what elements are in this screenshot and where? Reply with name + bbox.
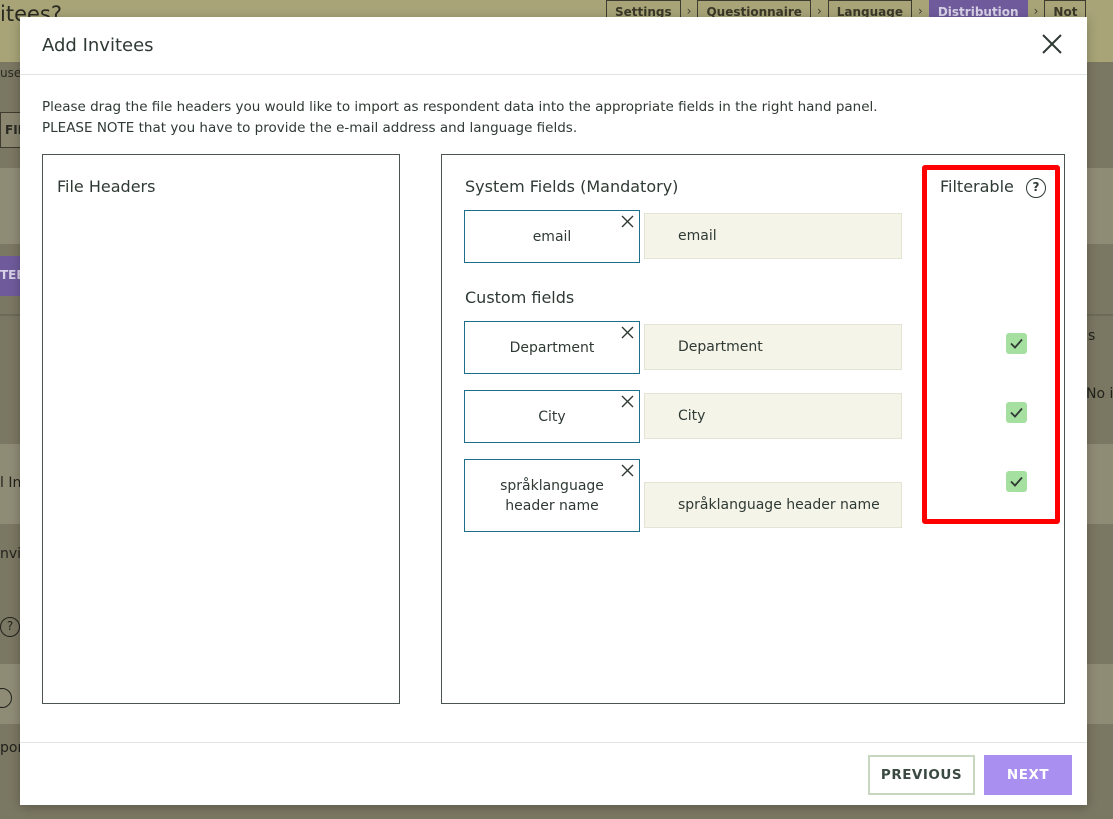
background-subtitle: use bbox=[0, 66, 22, 80]
instruction-note: PLEASE NOTE that you have to provide the… bbox=[42, 120, 578, 136]
header-chip-label: Department bbox=[509, 339, 595, 356]
filterable-checkbox-city[interactable] bbox=[1006, 402, 1027, 423]
next-button[interactable]: NEXT bbox=[984, 755, 1072, 795]
background-invite-text: nvi bbox=[0, 546, 22, 562]
file-headers-panel[interactable]: File Headers bbox=[42, 154, 400, 704]
close-button[interactable] bbox=[1039, 31, 1065, 57]
system-fields-title: System Fields (Mandatory) bbox=[465, 177, 679, 196]
system-field-email[interactable]: email bbox=[644, 213, 902, 259]
modal-title: Add Invitees bbox=[42, 35, 154, 56]
filterable-title: Filterable bbox=[940, 177, 1014, 196]
file-headers-title: File Headers bbox=[57, 177, 156, 196]
header-chip-label: email bbox=[532, 228, 572, 245]
remove-mapping-icon[interactable] bbox=[621, 395, 634, 408]
remove-mapping-icon[interactable] bbox=[621, 326, 634, 339]
add-invitees-modal: Add Invitees Please drag the file header… bbox=[20, 17, 1087, 805]
custom-fields-title: Custom fields bbox=[465, 288, 575, 307]
close-icon bbox=[1042, 34, 1062, 54]
custom-field-language[interactable]: språklanguage header name bbox=[644, 482, 902, 528]
remove-mapping-icon[interactable] bbox=[621, 464, 634, 477]
previous-button[interactable]: PREVIOUS bbox=[868, 755, 975, 795]
instructions: Please drag the file headers you would l… bbox=[42, 97, 878, 139]
checkmark-icon bbox=[1010, 476, 1023, 487]
checkmark-icon bbox=[1010, 338, 1023, 349]
mapped-header-department[interactable]: Department bbox=[464, 321, 640, 374]
header-chip-label: språklanguage header name bbox=[500, 477, 604, 514]
mapped-header-language[interactable]: språklanguage header name bbox=[464, 459, 640, 532]
background-help-icon: ? bbox=[0, 617, 20, 637]
background-col-text: s bbox=[1088, 328, 1096, 344]
modal-footer: PREVIOUS NEXT bbox=[20, 742, 1087, 805]
checkmark-icon bbox=[1010, 407, 1023, 418]
filterable-help-icon[interactable]: ? bbox=[1026, 178, 1046, 198]
fields-mapping-panel: System Fields (Mandatory) email email Cu… bbox=[441, 154, 1065, 704]
header-chip-label: City bbox=[538, 408, 566, 425]
background-all-invitees-text: l In bbox=[0, 475, 22, 491]
background-no-items-text: No i bbox=[1086, 386, 1113, 402]
mapped-header-email[interactable]: email bbox=[464, 210, 640, 263]
custom-field-city[interactable]: City bbox=[644, 393, 902, 439]
instruction-line: Please drag the file headers you would l… bbox=[42, 99, 878, 115]
modal-header: Add Invitees bbox=[20, 17, 1087, 75]
remove-mapping-icon[interactable] bbox=[621, 215, 634, 228]
mapped-header-city[interactable]: City bbox=[464, 390, 640, 443]
filterable-checkbox-department[interactable] bbox=[1006, 333, 1027, 354]
custom-field-department[interactable]: Department bbox=[644, 324, 902, 370]
filterable-checkbox-language[interactable] bbox=[1006, 471, 1027, 492]
